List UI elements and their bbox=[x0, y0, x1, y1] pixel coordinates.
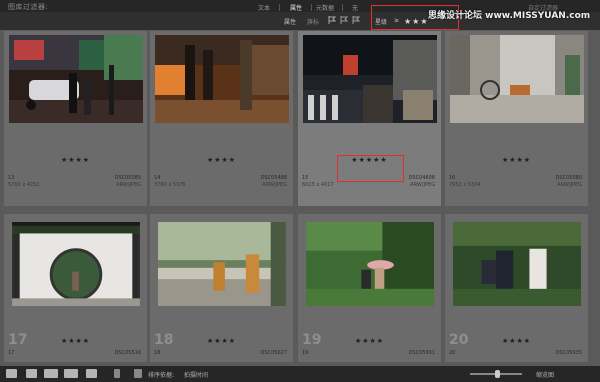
photo-filename: DSC05516 bbox=[114, 350, 141, 356]
photo-name: 15 bbox=[302, 175, 309, 181]
star-rating-highlight bbox=[337, 155, 404, 182]
thumbnail-size-knob[interactable] bbox=[495, 370, 500, 378]
rating-stars[interactable]: ★★★★ bbox=[150, 337, 293, 345]
thumbnail-night-market[interactable] bbox=[155, 35, 289, 123]
rating-stars[interactable]: ★★★★ bbox=[150, 156, 293, 164]
filter-title: 图库过滤器: bbox=[8, 3, 49, 11]
thumbnail-alley-dog[interactable] bbox=[450, 35, 584, 123]
photo-name: 14 bbox=[154, 175, 161, 181]
grid-view-icon[interactable] bbox=[6, 369, 17, 378]
sort-direction-icon[interactable] bbox=[134, 369, 142, 378]
grid-cell[interactable]: 18 ★★★★ 18 DSC05627 bbox=[150, 214, 293, 362]
photo-format: ARW/JPEG bbox=[410, 182, 435, 188]
filter-tab-divider bbox=[279, 4, 280, 11]
rating-stars[interactable]: ★★★★ bbox=[4, 337, 147, 345]
thumbnail-crosswalk-night[interactable] bbox=[303, 35, 437, 123]
sort-value-dropdown[interactable]: 拍摄时间 bbox=[184, 370, 208, 379]
filter-tab-text[interactable]: 文本 bbox=[258, 3, 270, 12]
filter-tab-metadata[interactable]: 元数据 bbox=[316, 3, 334, 12]
watermark: 思缘设计论坛 www.MISSYUAN.com bbox=[428, 11, 591, 21]
grid-cell[interactable]: 14 ★★★★ 14 DSC05488 3760 x 5376 ARW/JPEG bbox=[150, 31, 293, 206]
thumbnail-label: 缩览图 bbox=[536, 372, 555, 379]
filter-tab-divider bbox=[311, 4, 312, 11]
flag-label: 旗标 bbox=[307, 19, 320, 26]
flag-unflagged-icon[interactable] bbox=[340, 16, 349, 24]
photo-format: ARW/JPEG bbox=[557, 182, 582, 188]
photo-name: 13 bbox=[8, 175, 15, 181]
photo-filename: DSC05931 bbox=[408, 350, 435, 356]
photo-name: 16 bbox=[449, 175, 456, 181]
photo-name: 19 bbox=[302, 350, 309, 356]
grid-cell[interactable]: 20 ★★★★ 20 DSC05935 bbox=[445, 214, 588, 362]
grid-cell[interactable]: 19 ★★★★ 19 DSC05931 bbox=[298, 214, 441, 362]
attribute-label: 属性 bbox=[284, 19, 297, 26]
photo-filename: DSC05080 bbox=[555, 175, 582, 181]
filter-tab-attribute[interactable]: 属性 bbox=[290, 3, 302, 12]
photo-filename: DSC05085 bbox=[114, 175, 141, 181]
compare-view-icon[interactable] bbox=[44, 369, 58, 378]
sort-label: 排序依据: bbox=[148, 372, 175, 379]
rating-stars[interactable]: ★★★★ bbox=[445, 337, 588, 345]
painter-icon[interactable] bbox=[114, 369, 120, 378]
bottom-toolbar: 排序依据: 拍摄时间 缩览图 bbox=[0, 366, 600, 382]
grid-cell[interactable]: 13 ★★★★ 13 DSC05085 5760 x 4252 ARW/JPEG bbox=[4, 31, 147, 206]
photo-dimensions: 3760 x 5376 bbox=[154, 182, 186, 188]
rating-stars[interactable]: ★★★★ bbox=[298, 337, 441, 345]
filter-tab-divider bbox=[342, 4, 343, 11]
loupe-view-icon[interactable] bbox=[26, 369, 37, 378]
photo-dimensions: 5760 x 4252 bbox=[8, 182, 40, 188]
rating-stars[interactable]: ★★★★ bbox=[4, 156, 147, 164]
thumbnail-moon-gate[interactable] bbox=[9, 222, 143, 306]
flag-picked-icon[interactable] bbox=[328, 16, 337, 24]
thumbnail-monks-bridge[interactable] bbox=[155, 222, 289, 306]
photo-filename: DSC05488 bbox=[260, 175, 287, 181]
photo-format: ARW/JPEG bbox=[116, 182, 141, 188]
photo-filename: DSC05935 bbox=[555, 350, 582, 356]
thumbnail-umbrella-garden[interactable] bbox=[303, 222, 437, 306]
grid-cell[interactable]: 16 ★★★★ 16 DSC05080 7952 x 5304 ARW/JPEG bbox=[445, 31, 588, 206]
photo-name: 20 bbox=[449, 350, 456, 356]
photo-filename: DSC04606 bbox=[408, 175, 435, 181]
photo-name: 17 bbox=[8, 350, 15, 356]
filter-tab-none[interactable]: 无 bbox=[352, 3, 358, 12]
thumbnail-photographers[interactable] bbox=[450, 222, 584, 306]
survey-view-icon[interactable] bbox=[64, 369, 78, 378]
photo-format: ARW/JPEG bbox=[262, 182, 287, 188]
grid-cell[interactable]: 17 ★★★★ 17 DSC05516 bbox=[4, 214, 147, 362]
flag-rejected-icon[interactable] bbox=[352, 16, 361, 24]
photo-name: 18 bbox=[154, 350, 161, 356]
photo-dimensions: 7952 x 5304 bbox=[449, 182, 481, 188]
thumbnail-street-night[interactable] bbox=[9, 35, 143, 123]
people-view-icon[interactable] bbox=[86, 369, 97, 378]
photo-dimensions: 6023 x 4017 bbox=[302, 182, 334, 188]
photo-filename: DSC05627 bbox=[260, 350, 287, 356]
rating-stars[interactable]: ★★★★ bbox=[445, 156, 588, 164]
